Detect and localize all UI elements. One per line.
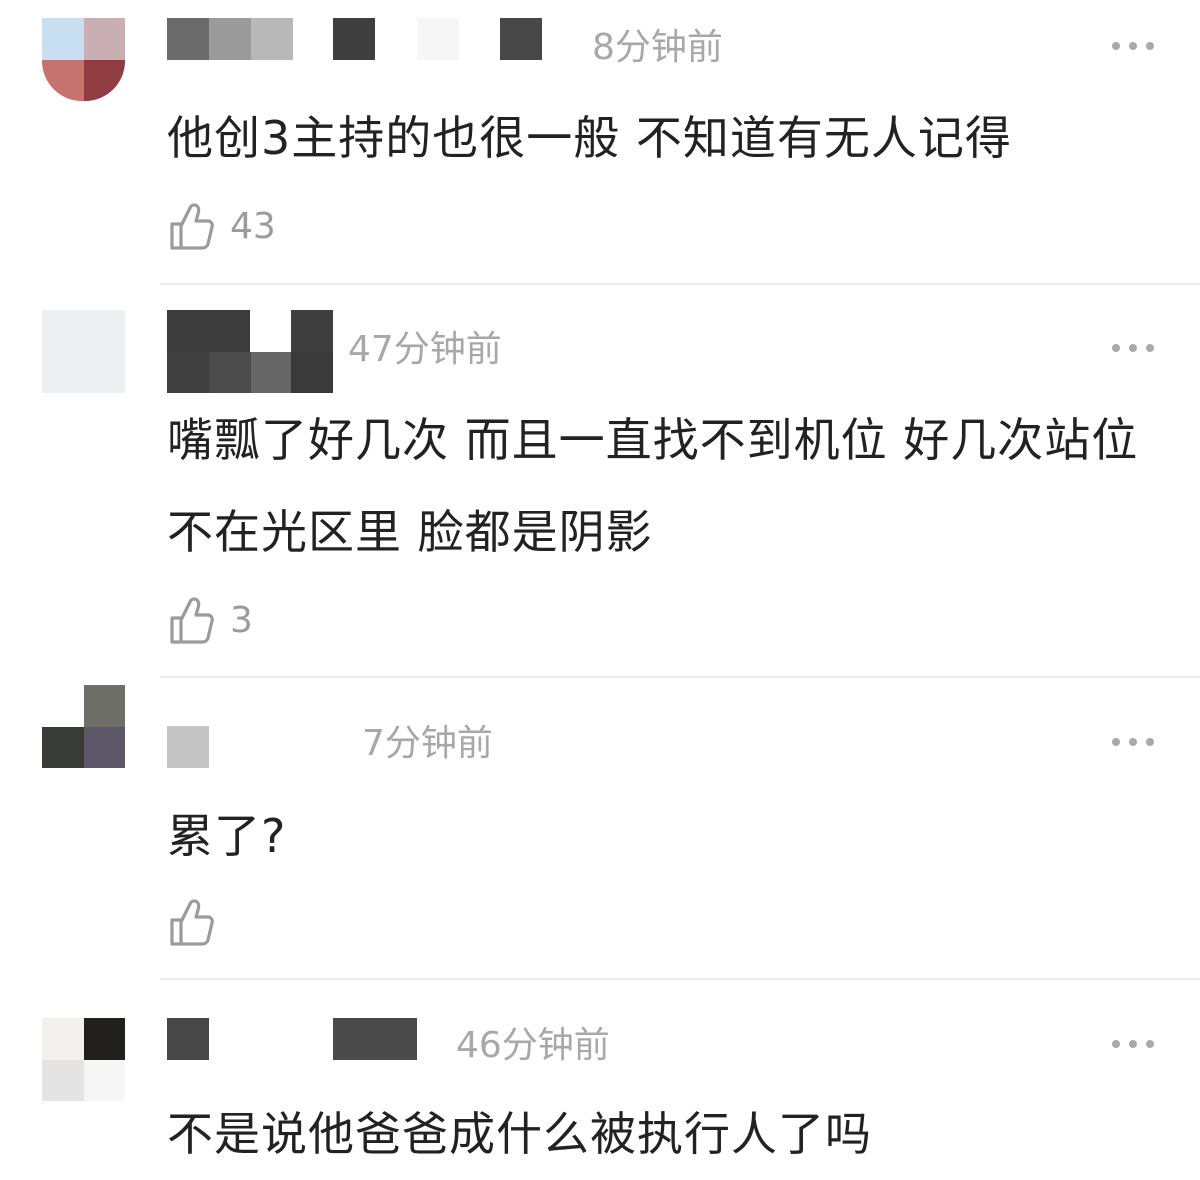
more-options-icon[interactable] (1110, 736, 1156, 748)
username-redacted[interactable] (167, 18, 567, 60)
like-count: 43 (230, 205, 276, 247)
avatar[interactable] (42, 18, 125, 101)
username-redacted[interactable] (167, 726, 209, 768)
more-options-icon[interactable] (1110, 342, 1156, 354)
comment-text: 累了? (167, 809, 287, 863)
comment-text: 嘴瓢了好几次 而且一直找不到机位 好几次站位不在光区里 脸都是阴影 (167, 413, 1139, 559)
more-options-icon[interactable] (1110, 40, 1156, 52)
thumbs-up-icon (170, 203, 214, 250)
like-button[interactable]: 43 (168, 198, 276, 254)
comment-time: 8分钟前 (592, 27, 723, 68)
thumbs-up-icon (170, 597, 214, 644)
comment-time: 46分钟前 (456, 1025, 610, 1066)
avatar[interactable] (42, 685, 125, 768)
comment-time: 7分钟前 (362, 723, 493, 764)
comment-text: 不是说他爸爸成什么被执行人了吗 (167, 1107, 872, 1161)
username-redacted[interactable] (167, 310, 337, 393)
username-redacted[interactable] (167, 1018, 417, 1060)
comment-time: 47分钟前 (348, 329, 502, 370)
thumbs-up-icon (170, 899, 214, 946)
comment-text: 他创3主持的也很一般 不知道有无人记得 (167, 111, 1012, 165)
avatar[interactable] (42, 310, 125, 393)
divider (160, 283, 1200, 285)
like-button[interactable]: 3 (168, 592, 253, 648)
divider (160, 676, 1200, 678)
like-count: 3 (230, 599, 253, 641)
divider (160, 978, 1200, 980)
like-button[interactable] (168, 894, 230, 950)
avatar[interactable] (42, 1018, 125, 1101)
more-options-icon[interactable] (1110, 1038, 1156, 1050)
